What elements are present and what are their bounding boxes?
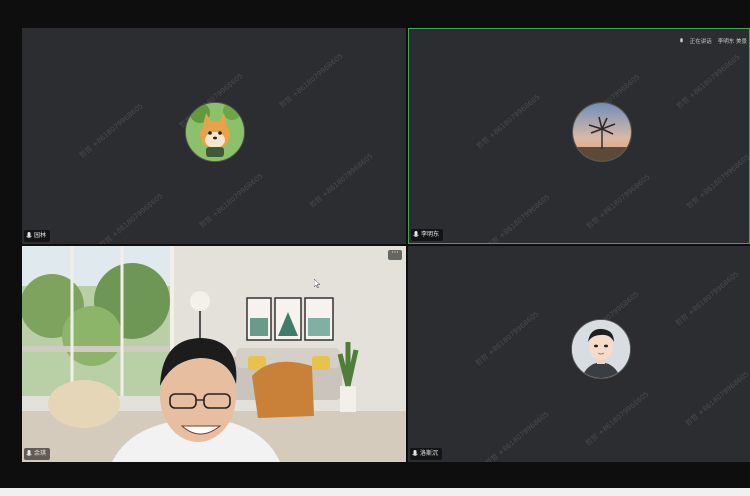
watermark-text: 哲哲 +8618079968605	[78, 101, 145, 159]
participant-name-tag: 余琪	[24, 448, 51, 460]
watermark-text: 哲哲 +8618079968605	[474, 309, 541, 367]
participant-tile-3-video[interactable]: ··· 余琪	[22, 246, 406, 462]
watermark-text: 哲哲 +8618079968605	[675, 52, 742, 110]
participant-name-tag: 园林	[24, 230, 51, 242]
watermark-text: 哲哲 +8618079968605	[308, 151, 375, 209]
watermark-text: 哲哲 +8618079968605	[585, 172, 652, 230]
participant-tile-2[interactable]: 哲哲 +8618079968605 哲哲 +8618079968605 哲哲 +…	[408, 28, 750, 244]
meeting-window: 哲哲 +8618079968605 哲哲 +8618079968605 哲哲 +…	[0, 0, 750, 496]
palm-sunset-avatar	[572, 102, 632, 162]
mic-icon	[413, 231, 419, 237]
participant-name: 余琪	[34, 450, 47, 457]
watermark-text: 哲哲 +8618079968605	[198, 171, 265, 229]
shiba-dog-avatar	[185, 102, 245, 162]
participant-name-tag: 洛斯沉	[410, 448, 443, 460]
camera-video-feed	[22, 246, 406, 462]
watermark-text: 哲哲 +8618079968605	[485, 192, 552, 243]
participant-name: 李明东	[421, 231, 440, 238]
bottom-strip	[0, 488, 750, 496]
watermark-text: 哲哲 +8618079968605	[584, 389, 651, 447]
mouse-cursor-icon	[314, 279, 320, 288]
participant-tile-1[interactable]: 哲哲 +8618079968605 哲哲 +8618079968605 哲哲 +…	[22, 28, 406, 244]
watermark-text: 哲哲 +8618079968605	[674, 269, 741, 327]
participant-tile-4[interactable]: 哲哲 +8618079968605 哲哲 +8618079968605 哲哲 +…	[408, 246, 750, 462]
participant-name: 园林	[34, 232, 47, 239]
cartoon-man-avatar	[571, 319, 631, 379]
speaking-indicator: 正在讲话 李明东 美景	[679, 37, 747, 45]
watermark-text: 哲哲 +8618079968605	[278, 51, 345, 109]
watermark-text: 哲哲 +8618079968605	[685, 152, 749, 210]
watermark-text: 哲哲 +8618079968605	[484, 409, 551, 462]
participant-name-tag: 李明东	[411, 229, 444, 241]
mic-icon	[26, 450, 32, 456]
mic-icon	[26, 232, 32, 238]
more-options-button[interactable]: ···	[388, 249, 402, 260]
speaker-mic-icon	[679, 37, 683, 42]
mic-icon	[412, 450, 418, 456]
participant-name: 洛斯沉	[420, 450, 439, 457]
watermark-text: 哲哲 +8618079968605	[684, 369, 750, 427]
speaking-names: 李明东 美景	[717, 39, 747, 45]
watermark-text: 哲哲 +8618079968605	[98, 191, 165, 244]
speaking-label: 正在讲话	[689, 39, 712, 45]
watermark-text: 哲哲 +8618079968605	[475, 92, 542, 150]
